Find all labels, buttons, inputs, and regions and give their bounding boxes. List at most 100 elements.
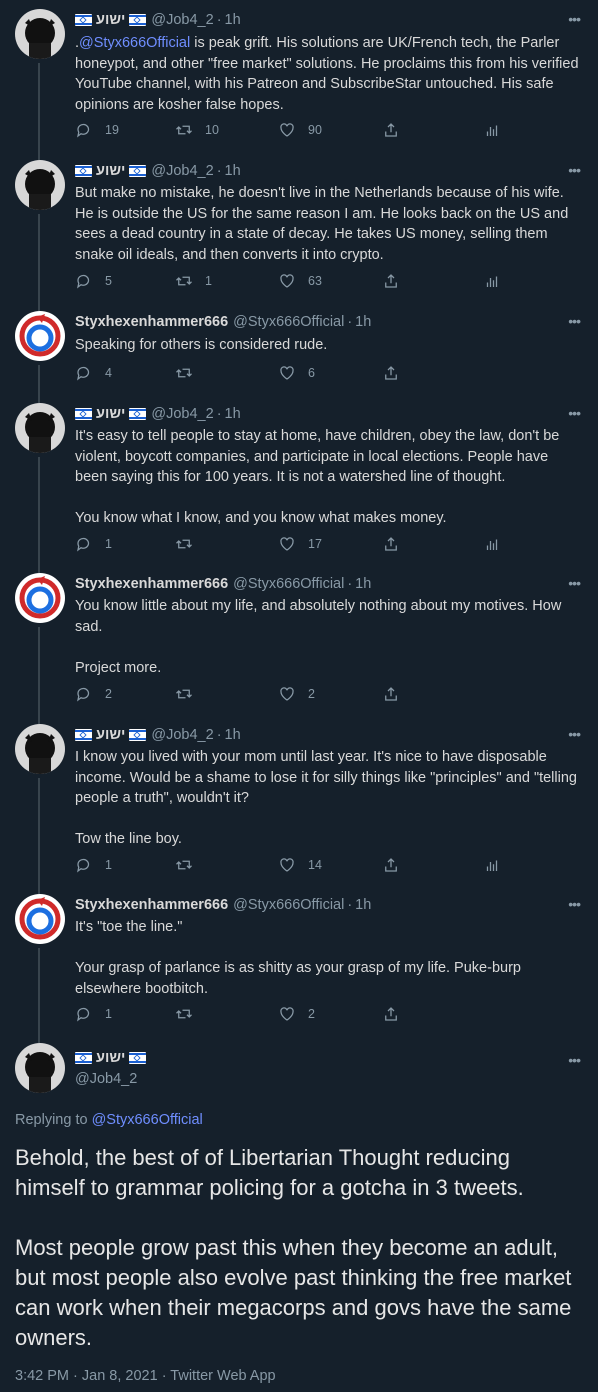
- tweet-time[interactable]: 1h: [355, 576, 371, 592]
- tweet-time[interactable]: 1h: [225, 163, 241, 179]
- avatar-job[interactable]: [15, 9, 65, 59]
- tweet-header: Styxhexenhammer666 @Styx666Official · 1h •••: [75, 895, 584, 915]
- tweet-actions: 22: [75, 685, 545, 705]
- author-handle[interactable]: @Job4_2: [151, 163, 213, 179]
- like-button[interactable]: 17: [278, 535, 322, 553]
- author-handle[interactable]: @Styx666Official: [233, 314, 344, 330]
- tweet-time[interactable]: 1h: [225, 406, 241, 422]
- avatar-job[interactable]: [15, 724, 65, 774]
- analytics-button[interactable]: [483, 856, 501, 874]
- more-options-icon[interactable]: •••: [568, 406, 581, 420]
- retweet-button[interactable]: [175, 685, 205, 703]
- tweet-header: ישוע @Job4_2 · 1h •••: [75, 10, 584, 30]
- tweet-actions: 12: [75, 1005, 545, 1025]
- author-name[interactable]: Styxhexenhammer666: [75, 897, 228, 913]
- tweet-time[interactable]: 1h: [355, 314, 371, 330]
- more-options-icon[interactable]: •••: [568, 163, 581, 177]
- reply-button[interactable]: 4: [75, 364, 112, 382]
- like-button[interactable]: 90: [278, 121, 322, 139]
- tweet-text: You know little about my life, and absol…: [75, 598, 562, 676]
- retweet-button[interactable]: [175, 364, 205, 382]
- author-name[interactable]: Styxhexenhammer666: [75, 314, 228, 330]
- reply-button[interactable]: 1: [75, 535, 112, 553]
- more-options-icon[interactable]: •••: [568, 727, 581, 741]
- more-options-icon[interactable]: •••: [568, 897, 581, 911]
- author-name[interactable]: ישוע: [75, 163, 147, 179]
- more-options-icon[interactable]: •••: [568, 314, 581, 328]
- replying-to-link[interactable]: @Styx666Official: [92, 1112, 203, 1128]
- mention-link[interactable]: @Styx666Official: [79, 35, 190, 51]
- reply-button[interactable]: 19: [75, 121, 119, 139]
- tweet-header: ישוע @Job4_2 · 1h •••: [75, 161, 584, 181]
- avatar-job[interactable]: [15, 1043, 65, 1093]
- share-button[interactable]: [382, 856, 400, 874]
- tweet-timestamp[interactable]: 3:42 PM · Jan 8, 2021 · Twitter Web App: [15, 1368, 276, 1384]
- author-name[interactable]: ישוע: [75, 727, 147, 743]
- like-button[interactable]: 14: [278, 856, 322, 874]
- share-button[interactable]: [382, 272, 400, 290]
- israel-flag-icon: [129, 729, 147, 741]
- reply-button[interactable]: 2: [75, 685, 112, 703]
- like-button[interactable]: 2: [278, 685, 315, 703]
- separator: ·: [216, 163, 222, 179]
- retweet-count: 1: [205, 274, 212, 288]
- heart-icon: [280, 1007, 294, 1021]
- analytics-icon: [486, 276, 498, 287]
- like-button[interactable]: 63: [278, 272, 322, 290]
- retweet-button[interactable]: 1: [175, 272, 212, 290]
- share-button[interactable]: [382, 535, 400, 553]
- author-name[interactable]: ישוע: [75, 12, 147, 28]
- avatar-styx[interactable]: [15, 573, 65, 623]
- tweet-time[interactable]: 1h: [225, 12, 241, 28]
- author-name[interactable]: ישוע: [75, 406, 147, 422]
- like-button[interactable]: 2: [278, 1005, 315, 1023]
- author-handle[interactable]: @Job4_2: [151, 12, 213, 28]
- avatar-job[interactable]: [15, 160, 65, 210]
- author-handle[interactable]: @Job4_2: [75, 1071, 137, 1087]
- more-options-icon[interactable]: •••: [568, 12, 581, 26]
- author-name[interactable]: Styxhexenhammer666: [75, 576, 228, 592]
- thread-connector: [38, 778, 40, 894]
- author-handle[interactable]: @Styx666Official: [233, 897, 344, 913]
- replying-to: Replying to @Styx666Official: [15, 1112, 203, 1128]
- avatar-job[interactable]: [15, 403, 65, 453]
- israel-flag-icon: [129, 14, 147, 26]
- like-count: 63: [308, 274, 322, 288]
- avatar-styx[interactable]: [15, 311, 65, 361]
- share-button[interactable]: [382, 685, 400, 703]
- reply-button[interactable]: 5: [75, 272, 112, 290]
- more-options-icon[interactable]: •••: [568, 1053, 581, 1067]
- like-count: 14: [308, 858, 322, 872]
- like-count: 2: [308, 687, 315, 701]
- share-icon: [385, 366, 397, 380]
- analytics-button[interactable]: [483, 535, 501, 553]
- tweet-text: .@Styx666Official is peak grift. His sol…: [75, 35, 579, 113]
- retweet-button[interactable]: [175, 535, 205, 553]
- author-handle[interactable]: @Job4_2: [151, 406, 213, 422]
- reply-count: 19: [105, 123, 119, 137]
- reply-button[interactable]: 1: [75, 1005, 112, 1023]
- heart-icon: [280, 537, 294, 551]
- share-button[interactable]: [382, 121, 400, 139]
- thread-connector: [38, 627, 40, 724]
- retweet-button[interactable]: [175, 1005, 205, 1023]
- retweet-button[interactable]: 10: [175, 121, 219, 139]
- retweet-button[interactable]: [175, 856, 205, 874]
- share-icon: [385, 123, 397, 137]
- share-button[interactable]: [382, 364, 400, 382]
- like-button[interactable]: 6: [278, 364, 315, 382]
- author-handle[interactable]: @Job4_2: [151, 727, 213, 743]
- author-handle[interactable]: @Styx666Official: [233, 576, 344, 592]
- tweet-time[interactable]: 1h: [355, 897, 371, 913]
- author-name[interactable]: ישוע: [75, 1050, 147, 1066]
- reply-button[interactable]: 1: [75, 856, 112, 874]
- avatar-styx[interactable]: [15, 894, 65, 944]
- share-button[interactable]: [382, 1005, 400, 1023]
- thread-connector: [38, 214, 40, 311]
- separator: ·: [216, 12, 222, 28]
- tweet-time[interactable]: 1h: [225, 727, 241, 743]
- analytics-button[interactable]: [483, 272, 501, 290]
- more-options-icon[interactable]: •••: [568, 576, 581, 590]
- tweet-actions: 1 14: [75, 856, 545, 876]
- analytics-button[interactable]: [483, 121, 501, 139]
